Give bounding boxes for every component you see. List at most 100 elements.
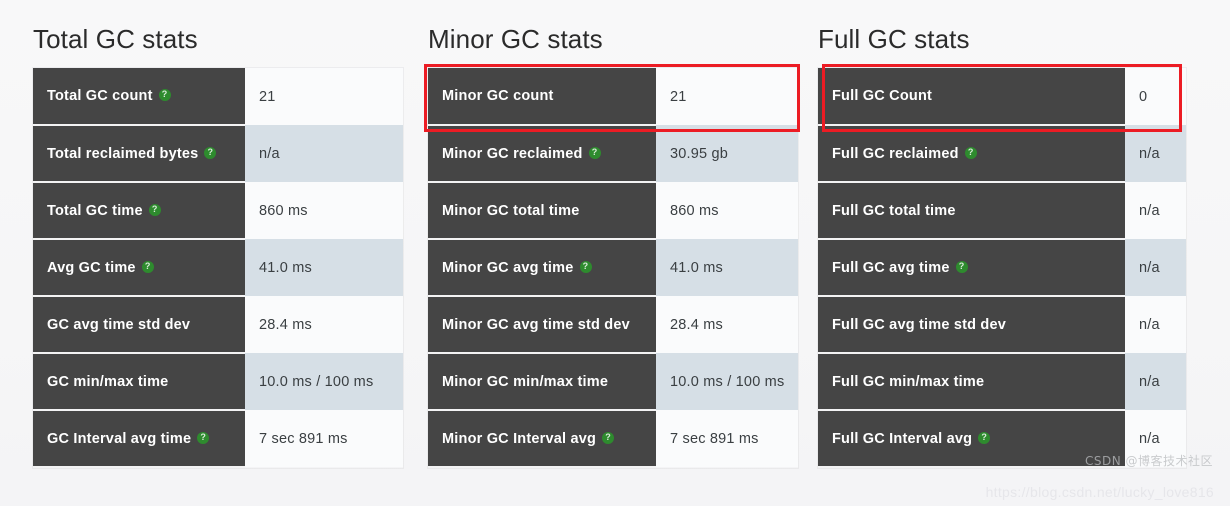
- row-label-cell: Full GC reclaimed: [818, 125, 1125, 183]
- row-label: Minor GC avg time std dev: [442, 316, 630, 333]
- table-row[interactable]: Full GC total time n/a: [818, 182, 1186, 240]
- row-value: n/a: [1125, 296, 1186, 353]
- table-row[interactable]: Minor GC total time 860 ms: [428, 182, 798, 240]
- info-icon[interactable]: [602, 431, 615, 444]
- row-label-cell: Minor GC count: [428, 68, 656, 126]
- table-row[interactable]: Total GC count 21: [33, 68, 403, 126]
- row-value: 28.4 ms: [245, 296, 403, 353]
- row-value: 21: [656, 68, 798, 125]
- row-label-cell: GC Interval avg time: [33, 410, 245, 468]
- table-row[interactable]: Total GC time 860 ms: [33, 182, 403, 240]
- row-label: Minor GC Interval avg: [442, 430, 597, 447]
- table-row[interactable]: Full GC Count 0: [818, 68, 1186, 126]
- watermark-logo: CSDN @博客技术社区: [1085, 454, 1214, 468]
- panel-title-full: Full GC stats: [818, 24, 970, 54]
- row-label-cell: Total GC time: [33, 182, 245, 240]
- table-total-gc-stats: Total GC count 21 Total reclaimed bytes …: [33, 68, 403, 468]
- table-row[interactable]: Minor GC count 21: [428, 68, 798, 126]
- row-label-cell: Full GC avg time: [818, 239, 1125, 297]
- table-full-gc-stats: Full GC Count 0 Full GC reclaimed n/a Fu…: [818, 68, 1186, 468]
- row-value: n/a: [1125, 125, 1186, 182]
- info-icon[interactable]: [141, 260, 154, 273]
- row-label: GC Interval avg time: [47, 430, 192, 447]
- panel-total-gc-stats: Total GC stats Total GC count 21 Total r…: [33, 0, 403, 468]
- row-label-cell: Total reclaimed bytes: [33, 125, 245, 183]
- row-label-cell: Full GC min/max time: [818, 353, 1125, 411]
- row-value: 0: [1125, 68, 1186, 125]
- row-label-cell: Minor GC reclaimed: [428, 125, 656, 183]
- row-label-cell: GC min/max time: [33, 353, 245, 411]
- row-label: Minor GC count: [442, 88, 554, 104]
- table-row[interactable]: GC Interval avg time 7 sec 891 ms: [33, 410, 403, 468]
- row-label: Full GC avg time: [832, 259, 950, 276]
- row-value: 28.4 ms: [656, 296, 798, 353]
- row-label-cell: Minor GC Interval avg: [428, 410, 656, 468]
- row-label-cell: GC avg time std dev: [33, 296, 245, 354]
- row-label: Total GC count: [47, 88, 153, 104]
- row-label: Total GC time: [47, 202, 143, 219]
- row-value: 30.95 gb: [656, 125, 798, 182]
- row-value: 41.0 ms: [656, 239, 798, 296]
- row-label: Avg GC time: [47, 259, 136, 276]
- info-icon[interactable]: [204, 146, 217, 159]
- info-icon[interactable]: [158, 88, 171, 101]
- row-label: Full GC Count: [832, 88, 933, 104]
- row-label: Total reclaimed bytes: [47, 145, 199, 162]
- table-row[interactable]: Minor GC avg time std dev 28.4 ms: [428, 296, 798, 354]
- info-icon[interactable]: [579, 260, 592, 273]
- table-row[interactable]: Minor GC Interval avg 7 sec 891 ms: [428, 410, 798, 468]
- row-label: Minor GC avg time: [442, 259, 574, 276]
- table-row[interactable]: Full GC avg time n/a: [818, 239, 1186, 297]
- info-icon[interactable]: [964, 146, 977, 159]
- info-icon[interactable]: [197, 431, 210, 444]
- info-icon[interactable]: [588, 146, 601, 159]
- table-row[interactable]: Full GC reclaimed n/a: [818, 125, 1186, 183]
- row-label-cell: Minor GC min/max time: [428, 353, 656, 411]
- row-label-cell: Minor GC total time: [428, 182, 656, 240]
- row-value: n/a: [1125, 239, 1186, 296]
- table-row[interactable]: Full GC avg time std dev n/a: [818, 296, 1186, 354]
- row-label-cell: Full GC total time: [818, 182, 1125, 240]
- panel-title-total: Total GC stats: [33, 24, 198, 54]
- row-value: 10.0 ms / 100 ms: [245, 353, 403, 410]
- info-icon[interactable]: [955, 260, 968, 273]
- row-label-cell: Full GC Interval avg: [818, 410, 1125, 468]
- table-row[interactable]: GC min/max time 10.0 ms / 100 ms: [33, 353, 403, 411]
- table-minor-gc-stats: Minor GC count 21 Minor GC reclaimed 30.…: [428, 68, 798, 468]
- gc-stats-page: Total GC stats Total GC count 21 Total r…: [0, 0, 1230, 506]
- row-value: 41.0 ms: [245, 239, 403, 296]
- row-label-cell: Total GC count: [33, 68, 245, 126]
- row-label: GC min/max time: [47, 373, 169, 390]
- table-row[interactable]: Total reclaimed bytes n/a: [33, 125, 403, 183]
- row-value: 7 sec 891 ms: [656, 410, 798, 467]
- table-row[interactable]: Minor GC min/max time 10.0 ms / 100 ms: [428, 353, 798, 411]
- table-row[interactable]: Avg GC time 41.0 ms: [33, 239, 403, 297]
- row-label-cell: Avg GC time: [33, 239, 245, 297]
- row-value: n/a: [1125, 182, 1186, 239]
- row-label-cell: Minor GC avg time: [428, 239, 656, 297]
- row-label: Full GC total time: [832, 202, 956, 219]
- row-value: 7 sec 891 ms: [245, 410, 403, 467]
- row-label: Full GC Interval avg: [832, 430, 973, 447]
- panel-title-minor: Minor GC stats: [428, 24, 603, 54]
- table-row[interactable]: Full GC min/max time n/a: [818, 353, 1186, 411]
- row-label-cell: Full GC Count: [818, 68, 1125, 126]
- row-label: GC avg time std dev: [47, 316, 191, 333]
- table-row[interactable]: Minor GC avg time 41.0 ms: [428, 239, 798, 297]
- row-value: 860 ms: [656, 182, 798, 239]
- row-label: Full GC min/max time: [832, 373, 985, 390]
- info-icon[interactable]: [978, 431, 991, 444]
- row-label-cell: Minor GC avg time std dev: [428, 296, 656, 354]
- table-row[interactable]: GC avg time std dev 28.4 ms: [33, 296, 403, 354]
- watermark-url: https://blog.csdn.net/lucky_love816: [985, 484, 1214, 500]
- row-label: Minor GC min/max time: [442, 373, 609, 390]
- info-icon[interactable]: [148, 203, 161, 216]
- row-label: Minor GC total time: [442, 202, 580, 219]
- row-label: Full GC avg time std dev: [832, 316, 1006, 333]
- row-value: 10.0 ms / 100 ms: [656, 353, 798, 410]
- row-value: 21: [245, 68, 403, 125]
- row-value: n/a: [245, 125, 403, 182]
- row-value: 860 ms: [245, 182, 403, 239]
- table-row[interactable]: Minor GC reclaimed 30.95 gb: [428, 125, 798, 183]
- row-label: Minor GC reclaimed: [442, 145, 583, 162]
